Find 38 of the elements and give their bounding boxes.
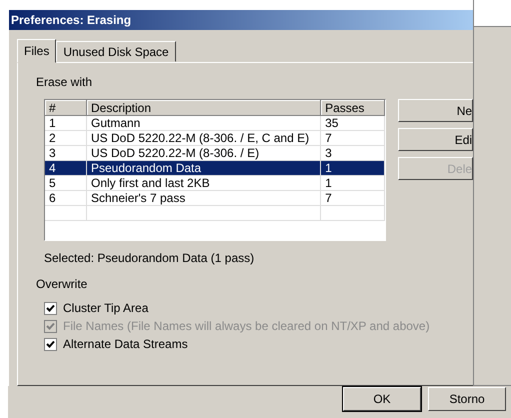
column-header[interactable]: Passes	[321, 100, 386, 116]
table-cell[interactable]: 2	[45, 131, 87, 146]
side-button[interactable]: Ne	[398, 99, 474, 122]
checkbox[interactable]	[44, 338, 57, 350]
column-header[interactable]: #	[45, 100, 87, 116]
table-cell[interactable]: Schneier's 7 pass	[87, 191, 322, 206]
table-cell[interactable]: 5	[45, 176, 87, 191]
group-label: Erase with	[36, 75, 94, 89]
checkbox-label: Cluster Tip Area	[63, 301, 148, 315]
dialog-button[interactable]: Storno	[428, 387, 506, 411]
table-cell[interactable]: 1	[45, 116, 87, 131]
checkbox[interactable]	[44, 302, 57, 314]
table-cell[interactable]: 1	[321, 161, 386, 176]
table-cell[interactable]: Only first and last 2KB	[87, 176, 322, 191]
dialog-button[interactable]: OK	[343, 387, 421, 411]
checkbox-label: Alternate Data Streams	[63, 337, 188, 351]
table-cell[interactable]: 3	[45, 146, 87, 161]
table-cell[interactable]: 3	[321, 146, 386, 161]
table-cell[interactable]: 1	[321, 176, 386, 191]
table-cell[interactable]: 35	[321, 116, 386, 131]
side-button[interactable]: Edi	[398, 128, 474, 151]
table-cell[interactable]: 6	[45, 191, 87, 206]
table-cell[interactable]: Pseudorandom Data	[87, 161, 322, 176]
window-title: Preferences: Erasing	[9, 10, 474, 30]
table-cell[interactable]: 7	[321, 131, 386, 146]
checkbox-label: File Names (File Names will always be cleared on NT/XP and above)	[63, 319, 430, 333]
table-cell[interactable]: US DoD 5220.22-M (8-306. / E, C and E)	[87, 131, 322, 146]
table-cell[interactable]: Gutmann	[87, 116, 322, 131]
selection-text: Selected: Pseudorandom Data (1 pass)	[44, 251, 256, 265]
empty-cell	[45, 206, 87, 221]
group-label: Overwrite	[36, 277, 88, 291]
empty-cell	[321, 206, 386, 221]
tab[interactable]: Unused Disk Space	[56, 41, 176, 62]
tab[interactable]: Files	[17, 39, 56, 63]
table-cell[interactable]: US DoD 5220.22-M (8-306. / E)	[87, 146, 322, 161]
column-header[interactable]: Description	[87, 100, 322, 116]
table-cell[interactable]: 4	[45, 161, 87, 176]
table-cell[interactable]: 7	[321, 191, 386, 206]
